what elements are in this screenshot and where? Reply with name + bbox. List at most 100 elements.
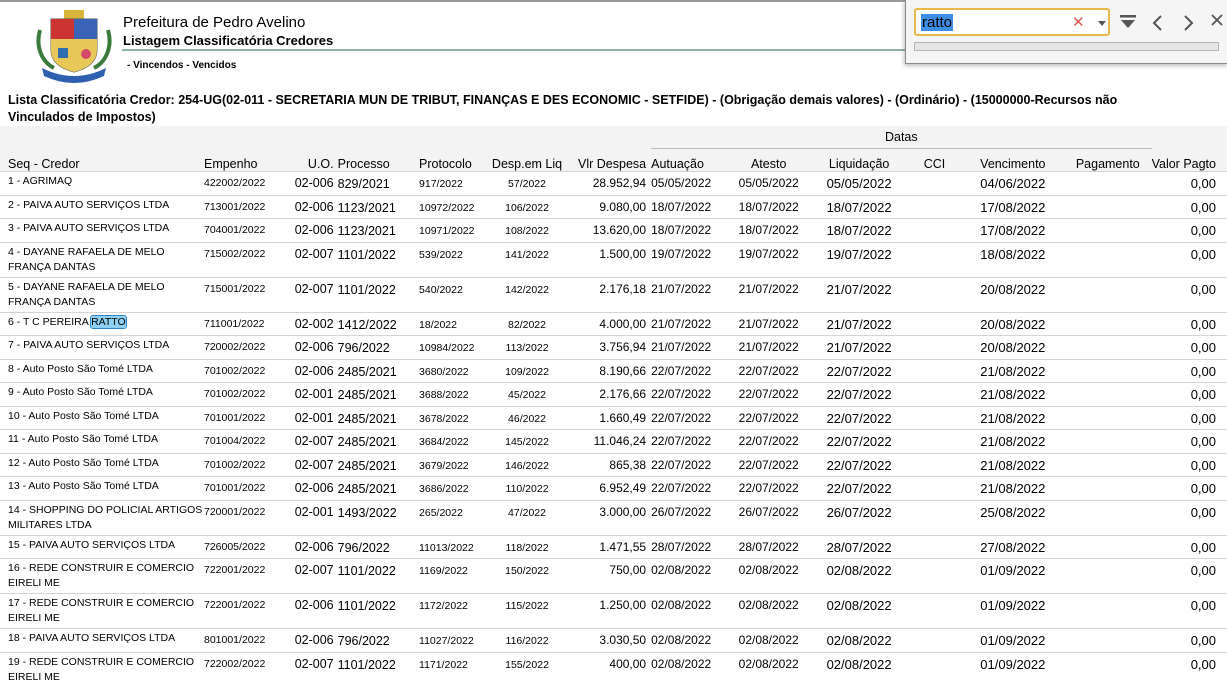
credor-cell: 10 - Auto Posto São Tomé LTDA — [8, 409, 159, 422]
col-cci: CCI — [923, 157, 946, 171]
processo-cell: 1101/2022 — [337, 599, 396, 613]
vlr-despesa-cell: 28.952,94 — [592, 176, 647, 190]
cci-cell — [907, 277, 961, 312]
desp-liq-cell: 113/2022 — [505, 342, 549, 354]
col-autuacao: Autuação — [651, 157, 704, 171]
vlr-despesa-cell: 8.190,66 — [599, 363, 647, 378]
protocolo-cell: 3678/2022 — [419, 412, 469, 425]
find-options-icon[interactable] — [1120, 15, 1136, 29]
liquidacao-cell: 22/07/2022 — [826, 457, 892, 473]
uo-cell: 02-006 — [294, 223, 334, 237]
vencimento-cell: 21/08/2022 — [980, 410, 1046, 426]
col-atesto: Atesto — [750, 157, 787, 171]
uo-cell: 02-007 — [294, 281, 334, 296]
empenho-cell: 713001/2022 — [203, 200, 266, 213]
uo-cell: 02-007 — [294, 656, 334, 671]
pagamento-cell — [1064, 172, 1151, 196]
uo-cell: 02-006 — [294, 199, 334, 214]
autuacao-cell: 02/08/2022 — [651, 563, 712, 577]
col-liquidacao: Liquidação — [828, 157, 890, 171]
table-row: 5 - DAYANE RAFAELA DE MELO FRANÇA DANTAS… — [0, 277, 1227, 312]
liquidacao-cell: 18/07/2022 — [826, 223, 892, 238]
protocolo-cell: 10984/2022 — [419, 342, 475, 354]
credor-cell: 7 - PAIVA AUTO SERVIÇOS LTDA — [8, 339, 170, 351]
processo-cell: 796/2022 — [337, 634, 390, 648]
cci-cell — [907, 477, 961, 501]
credor-cell: 3 - PAIVA AUTO SERVIÇOS LTDA — [8, 222, 170, 234]
cci-cell — [907, 336, 961, 360]
credor-cell: 17 - REDE CONSTRUIR E COMERCIO EIRELI ME — [8, 597, 195, 624]
table-row: 8 - Auto Posto São Tomé LTDA 701002/2022 0… — [0, 359, 1227, 383]
processo-cell: 1101/2022 — [337, 564, 396, 578]
close-icon[interactable] — [1211, 14, 1223, 26]
vencimento-cell: 21/08/2022 — [980, 387, 1046, 402]
col-vencimento: Vencimento — [980, 157, 1046, 171]
vlr-despesa-cell: 13.620,00 — [592, 223, 647, 237]
desp-liq-cell: 46/2022 — [508, 412, 546, 425]
empenho-cell: 701004/2022 — [203, 435, 266, 447]
empenho-cell: 704001/2022 — [203, 224, 266, 236]
desp-liq-cell: 150/2022 — [505, 565, 549, 577]
table-row: 3 - PAIVA AUTO SERVIÇOS LTDA 704001/2022 0… — [0, 218, 1227, 243]
autuacao-cell: 22/07/2022 — [651, 363, 712, 378]
pagamento-cell — [1064, 594, 1151, 629]
protocolo-cell: 1169/2022 — [419, 565, 468, 577]
empenho-cell: 715001/2022 — [203, 282, 266, 295]
find-query[interactable]: ratto — [921, 14, 954, 31]
processo-cell: 796/2022 — [337, 540, 390, 555]
uo-cell: 02-006 — [294, 539, 334, 554]
desp-liq-cell: 142/2022 — [505, 283, 549, 296]
vlr-despesa-cell: 1.660,49 — [599, 410, 647, 425]
valor-pago-cell: 0,00 — [1190, 223, 1216, 238]
desp-liq-cell: 109/2022 — [505, 365, 549, 378]
cci-cell — [907, 172, 961, 196]
processo-cell: 1493/2022 — [337, 505, 397, 520]
uo-cell: 02-007 — [294, 563, 334, 577]
atesto-cell: 26/07/2022 — [738, 504, 799, 519]
liquidacao-cell: 05/05/2022 — [826, 176, 892, 191]
uo-cell: 02-001 — [294, 387, 334, 401]
uo-cell: 02-001 — [294, 410, 334, 425]
empenho-cell: 701001/2022 — [203, 411, 266, 424]
uo-cell: 02-006 — [294, 598, 334, 612]
vencimento-cell: 21/08/2022 — [980, 481, 1046, 496]
processo-cell: 2485/2021 — [337, 364, 397, 379]
protocolo-cell: 11013/2022 — [419, 541, 474, 554]
desp-liq-cell: 118/2022 — [505, 541, 549, 554]
liquidacao-cell: 18/07/2022 — [826, 199, 892, 215]
protocolo-cell: 3684/2022 — [419, 436, 469, 448]
clear-icon[interactable]: ✕ — [1072, 13, 1085, 31]
chevron-down-icon[interactable] — [1098, 21, 1106, 26]
autuacao-cell: 18/07/2022 — [651, 199, 712, 214]
autuacao-cell: 28/07/2022 — [651, 539, 712, 554]
desp-liq-cell: 106/2022 — [505, 201, 549, 214]
desp-liq-cell: 45/2022 — [508, 389, 546, 401]
autuacao-cell: 26/07/2022 — [651, 504, 712, 519]
empenho-cell: 711001/2022 — [203, 317, 265, 330]
protocolo-cell: 1171/2022 — [419, 658, 468, 671]
credor-cell: 8 - Auto Posto São Tomé LTDA — [8, 362, 153, 375]
autuacao-cell: 02/08/2022 — [651, 633, 712, 647]
valor-pago-cell: 0,00 — [1190, 563, 1216, 578]
valor-pago-cell: 0,00 — [1190, 199, 1216, 215]
chevron-left-icon[interactable] — [1152, 15, 1164, 31]
find-input[interactable]: ratto ✕ — [914, 8, 1110, 36]
uo-cell: 02-006 — [294, 481, 334, 495]
vencimento-cell: 21/08/2022 — [980, 363, 1046, 379]
autuacao-cell: 22/07/2022 — [651, 457, 712, 472]
col-seq-credor: Seq - Credor — [8, 157, 80, 171]
col-protocolo: Protocolo — [419, 157, 472, 171]
pagamento-cell — [1064, 559, 1151, 594]
uo-cell: 02-006 — [294, 633, 334, 647]
pagamento-cell — [1064, 336, 1151, 360]
processo-cell: 1101/2022 — [337, 657, 396, 672]
liquidacao-cell: 19/07/2022 — [826, 246, 892, 262]
desp-liq-cell: 141/2022 — [505, 248, 549, 261]
autuacao-cell: 21/07/2022 — [651, 340, 712, 354]
credor-cell: 9 - Auto Posto São Tomé LTDA — [8, 386, 153, 398]
protocolo-cell: 11027/2022 — [419, 635, 474, 647]
vencimento-cell: 21/08/2022 — [980, 434, 1046, 449]
chevron-right-icon[interactable] — [1182, 15, 1194, 31]
liquidacao-cell: 21/07/2022 — [826, 316, 892, 332]
pagamento-cell — [1064, 629, 1151, 653]
